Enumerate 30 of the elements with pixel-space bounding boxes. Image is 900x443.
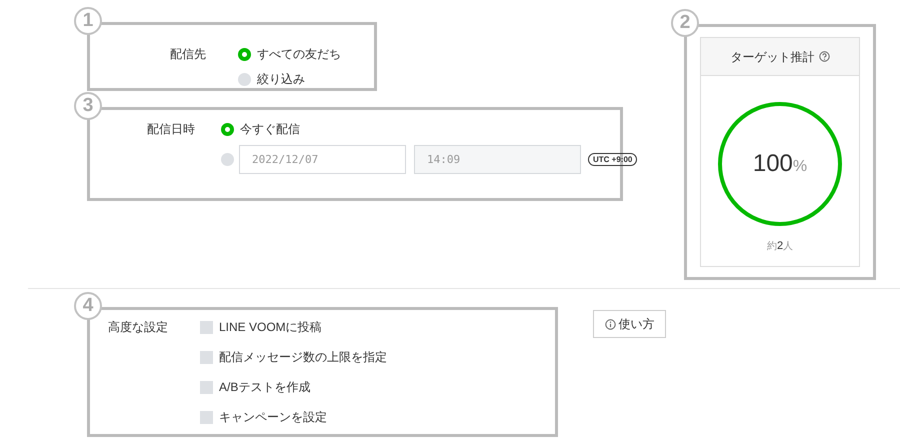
checkbox[interactable] bbox=[200, 350, 213, 364]
option-label: 今すぐ配信 bbox=[240, 121, 300, 137]
radio-button[interactable] bbox=[221, 122, 234, 136]
field-label: 配信先 bbox=[169, 46, 206, 63]
card-title: ターゲット推計 bbox=[730, 48, 814, 66]
info-icon bbox=[604, 318, 616, 330]
checkbox[interactable] bbox=[200, 380, 213, 394]
radio-button[interactable] bbox=[221, 153, 234, 166]
audience-count: 約2人 bbox=[766, 239, 794, 254]
field-label: 高度な設定 bbox=[107, 319, 168, 336]
checkbox[interactable] bbox=[200, 410, 213, 424]
radio-button[interactable] bbox=[238, 48, 251, 60]
option-label: LINE VOOMに投稿 bbox=[219, 319, 322, 335]
help-icon[interactable] bbox=[818, 51, 830, 62]
percentage-value: 100% bbox=[752, 149, 808, 179]
option-label: キャンペーンを設定 bbox=[219, 409, 327, 425]
help-button[interactable]: 使い方 bbox=[593, 310, 666, 338]
callout-number: 2 bbox=[671, 9, 699, 37]
radio-button[interactable] bbox=[238, 72, 251, 86]
callout-number: 4 bbox=[74, 292, 102, 320]
timezone-badge: UTC +9:00 bbox=[588, 153, 638, 166]
date-field[interactable]: 2022/12/07 bbox=[239, 145, 406, 174]
callout-number: 3 bbox=[74, 92, 102, 120]
field-label: 配信日時 bbox=[146, 121, 195, 138]
option-label: A/Bテストを作成 bbox=[219, 379, 310, 395]
option-label: すべての友だち bbox=[257, 46, 341, 62]
option-label: 配信メッセージ数の上限を指定 bbox=[219, 349, 387, 365]
callout-number: 1 bbox=[74, 7, 102, 35]
option-label: 絞り込み bbox=[257, 71, 305, 87]
checkbox[interactable] bbox=[200, 320, 213, 334]
